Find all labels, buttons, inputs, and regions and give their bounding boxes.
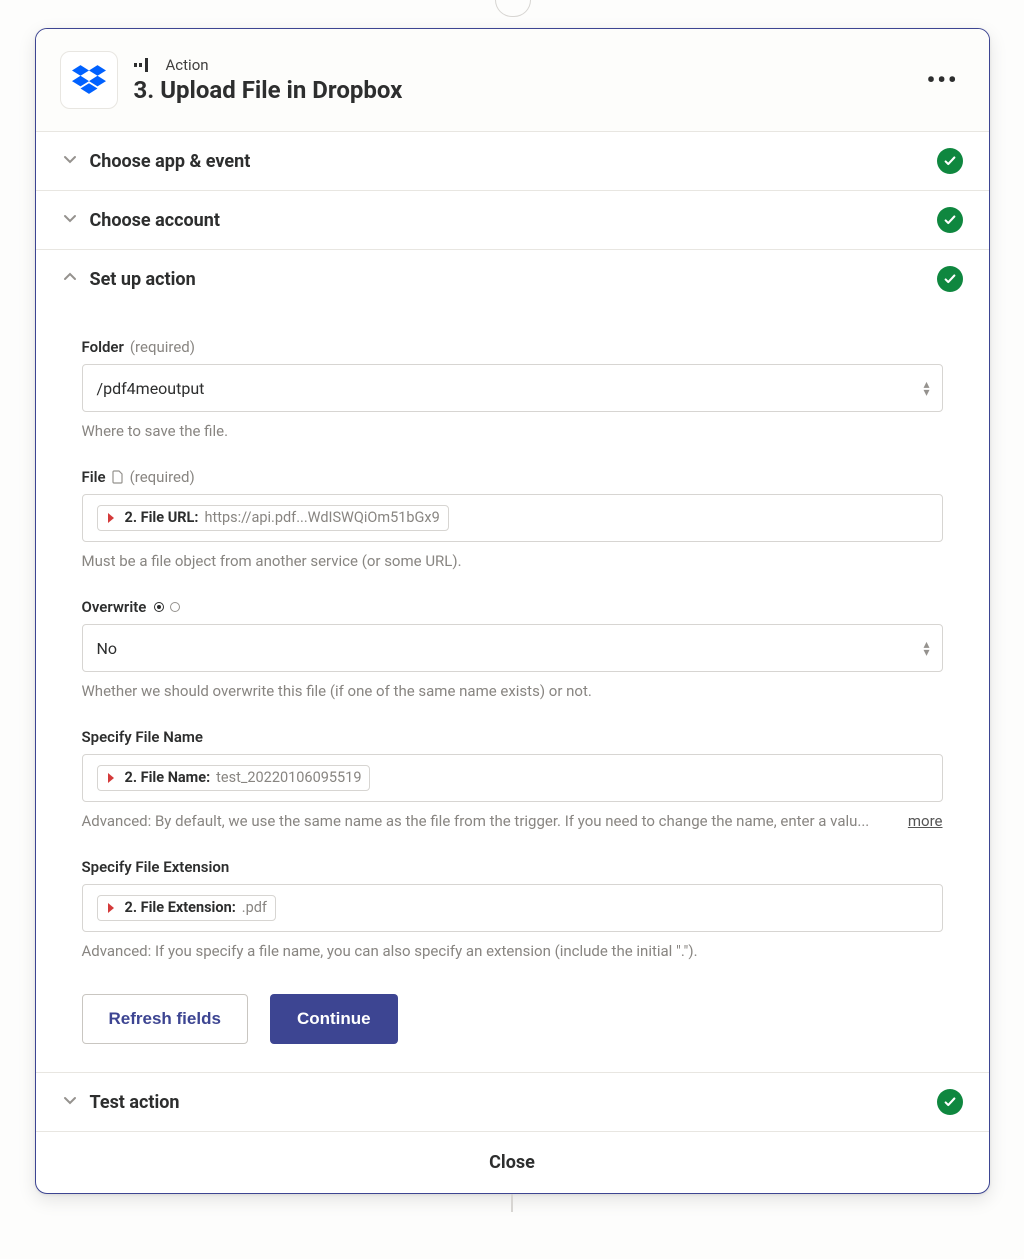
chevron-up-icon: [62, 269, 78, 289]
setup-action-form: Folder (required) /pdf4meoutput ▴▾ Where…: [36, 308, 989, 1072]
pill-value: test_20220106095519: [216, 769, 361, 786]
pdf4me-source-icon: [103, 770, 119, 786]
step-kicker-row: Action: [134, 56, 921, 74]
field-label: Folder: [82, 338, 124, 356]
flow-connector-top: [495, 0, 529, 20]
field-label: File: [82, 468, 106, 486]
refresh-fields-button[interactable]: Refresh fields: [82, 994, 248, 1044]
status-complete-icon: [937, 148, 963, 174]
action-step-icon: [134, 57, 158, 73]
folder-value: /pdf4meoutput: [97, 379, 205, 398]
mapped-value-pill[interactable]: 2. File Name: test_20220106095519: [97, 765, 371, 790]
field-help: Where to save the file.: [82, 422, 943, 440]
section-title: Choose account: [90, 210, 925, 231]
field-file: File (required) 2. File URL: https://api…: [82, 468, 943, 570]
field-help: Advanced: By default, we use the same na…: [82, 812, 870, 830]
field-file-name: Specify File Name 2. File Name: test_202…: [82, 728, 943, 830]
field-label: Overwrite: [82, 598, 147, 616]
field-label: Specify File Name: [82, 728, 204, 746]
step-header: Action 3. Upload File in Dropbox •••: [36, 29, 989, 132]
step-more-menu-button[interactable]: •••: [921, 62, 965, 98]
help-more-link[interactable]: more: [908, 812, 943, 830]
close-button[interactable]: Close: [36, 1131, 989, 1193]
flow-connector-bottom: [511, 1194, 513, 1212]
section-set-up-action[interactable]: Set up action: [36, 250, 989, 308]
overwrite-select[interactable]: No ▴▾: [82, 624, 943, 672]
pill-label: 2. File URL:: [125, 509, 199, 526]
field-help: Advanced: If you specify a file name, yo…: [82, 942, 943, 960]
section-choose-account[interactable]: Choose account: [36, 191, 989, 250]
file-extension-input[interactable]: 2. File Extension: .pdf: [82, 884, 943, 932]
step-kicker: Action: [166, 56, 209, 74]
field-folder: Folder (required) /pdf4meoutput ▴▾ Where…: [82, 338, 943, 440]
chevron-down-icon: [62, 210, 78, 230]
mapped-value-pill[interactable]: 2. File URL: https://api.pdf...WdISWQiOm…: [97, 505, 449, 530]
section-title: Set up action: [90, 269, 925, 290]
pdf4me-source-icon: [103, 510, 119, 526]
field-required: (required): [130, 468, 195, 486]
file-name-input[interactable]: 2. File Name: test_20220106095519: [82, 754, 943, 802]
select-updown-icon: ▴▾: [923, 380, 929, 396]
status-complete-icon: [937, 266, 963, 292]
continue-button[interactable]: Continue: [270, 994, 398, 1044]
boolean-field-icon: [154, 602, 180, 612]
mapped-value-pill[interactable]: 2. File Extension: .pdf: [97, 895, 276, 920]
file-type-icon: [112, 470, 124, 484]
folder-select[interactable]: /pdf4meoutput ▴▾: [82, 364, 943, 412]
chevron-down-icon: [62, 1092, 78, 1112]
section-title: Choose app & event: [90, 151, 925, 172]
dropbox-app-icon: [60, 51, 118, 109]
select-updown-icon: ▴▾: [923, 640, 929, 656]
pill-label: 2. File Name:: [125, 769, 211, 786]
status-complete-icon: [937, 207, 963, 233]
pdf4me-source-icon: [103, 900, 119, 916]
step-card: Action 3. Upload File in Dropbox ••• Cho…: [35, 28, 990, 1194]
pill-value: https://api.pdf...WdISWQiOm51bGx9: [204, 509, 439, 526]
field-file-extension: Specify File Extension 2. File Extension…: [82, 858, 943, 960]
field-required: (required): [130, 338, 195, 356]
step-title: 3. Upload File in Dropbox: [134, 76, 921, 104]
field-overwrite: Overwrite No ▴▾ Whether we should overwr…: [82, 598, 943, 700]
pill-label: 2. File Extension:: [125, 899, 236, 916]
overwrite-value: No: [97, 639, 118, 658]
field-label: Specify File Extension: [82, 858, 230, 876]
section-test-action[interactable]: Test action: [36, 1072, 989, 1131]
section-title: Test action: [90, 1092, 925, 1113]
section-choose-app-event[interactable]: Choose app & event: [36, 132, 989, 191]
pill-value: .pdf: [242, 899, 267, 916]
field-help: Must be a file object from another servi…: [82, 552, 943, 570]
status-complete-icon: [937, 1089, 963, 1115]
file-input[interactable]: 2. File URL: https://api.pdf...WdISWQiOm…: [82, 494, 943, 542]
field-help: Whether we should overwrite this file (i…: [82, 682, 943, 700]
chevron-down-icon: [62, 151, 78, 171]
dropbox-logo-icon: [72, 65, 106, 95]
